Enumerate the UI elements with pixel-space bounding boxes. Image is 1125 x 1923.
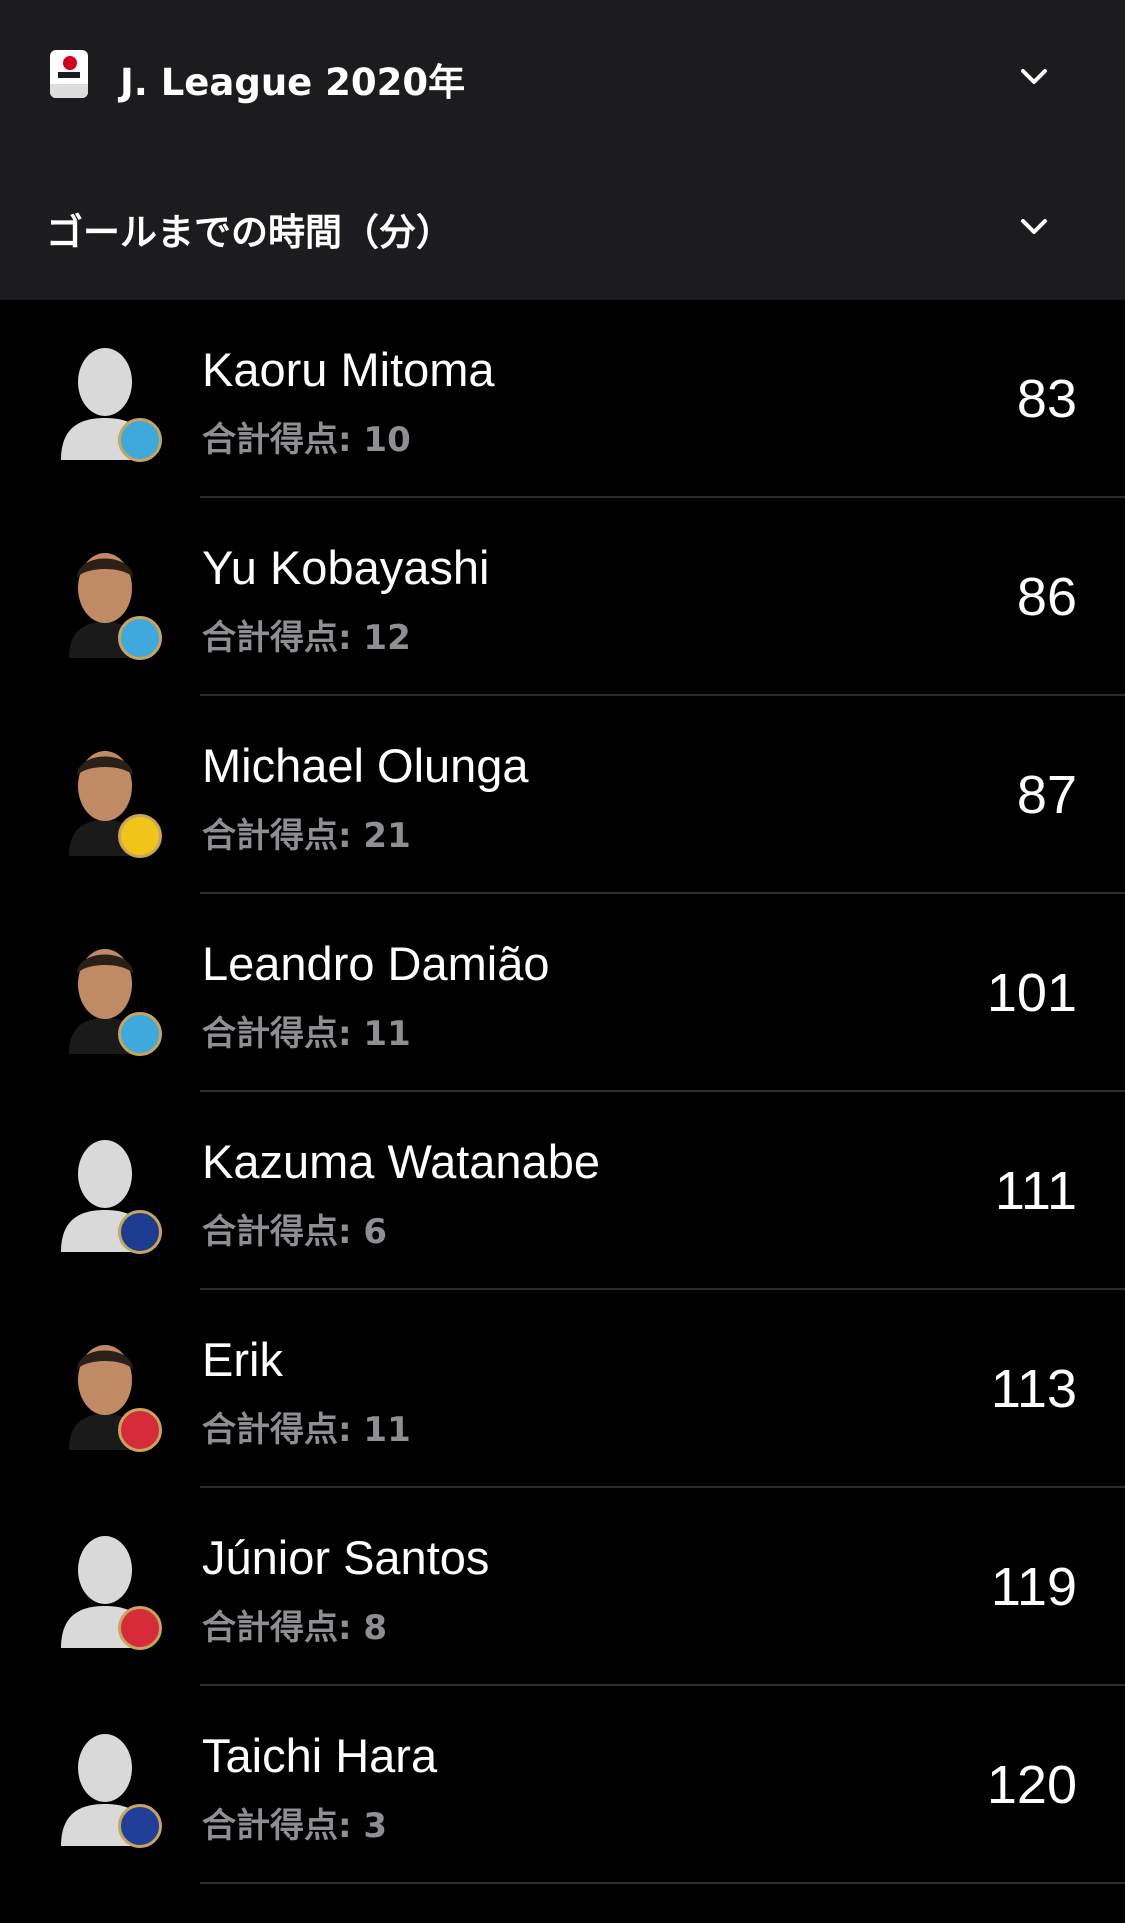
team-badge-icon [118,418,162,462]
team-badge-icon [118,814,162,858]
total-goals: 合計得点: 6 [202,1212,388,1252]
league-selector[interactable]: J. League 2020年 [0,0,1125,150]
team-badge-icon [118,616,162,660]
total-goals: 合計得点: 11 [202,1014,411,1054]
player-row[interactable]: Yu Kobayashi 合計得点: 12 86 [0,498,1125,696]
total-goals: 合計得点: 11 [202,1410,411,1450]
player-row[interactable]: Kaoru Mitoma 合計得点: 10 83 [0,300,1125,498]
minutes-per-goal: 111 [994,1161,1077,1221]
player-name: Júnior Santos [202,1531,490,1584]
total-goals: 合計得点: 10 [202,420,411,460]
player-row[interactable]: Taichi Hara 合計得点: 3 120 [0,1686,1125,1884]
minutes-per-goal: 101 [986,963,1077,1023]
player-name: Erik [202,1333,283,1386]
header: J. League 2020年 ゴールまでの時間（分） [0,0,1125,300]
player-row[interactable]: Kazuma Watanabe 合計得点: 6 111 [0,1092,1125,1290]
divider [200,1882,1125,1884]
player-row[interactable]: Leandro Damião 合計得点: 11 101 [0,894,1125,1092]
player-name: Michael Olunga [202,739,529,792]
player-row[interactable]: Erik 合計得点: 11 113 [0,1290,1125,1488]
league-label: J. League 2020年 [120,61,466,104]
player-name: Kaoru Mitoma [202,343,495,396]
minutes-per-goal: 119 [990,1557,1077,1617]
team-badge-icon [118,1408,162,1452]
team-badge-icon [118,1804,162,1848]
team-badge-icon [118,1012,162,1056]
player-name: Kazuma Watanabe [202,1135,600,1188]
minutes-per-goal: 120 [986,1755,1077,1815]
player-row[interactable]: Michael Olunga 合計得点: 21 87 [0,696,1125,894]
j-league-logo-icon [50,50,88,98]
player-name: Yu Kobayashi [202,541,490,594]
player-name: Taichi Hara [202,1729,438,1782]
team-badge-icon [118,1210,162,1254]
stat-label: ゴールまでの時間（分） [46,211,453,254]
chevron-down-icon [1019,61,1049,91]
chevron-down-icon [1019,211,1049,241]
total-goals: 合計得点: 3 [202,1806,388,1846]
total-goals: 合計得点: 21 [202,816,411,856]
stat-selector[interactable]: ゴールまでの時間（分） [0,150,1125,300]
total-goals: 合計得点: 12 [202,618,411,658]
minutes-per-goal: 113 [990,1359,1077,1419]
minutes-per-goal: 86 [1016,567,1077,627]
team-badge-icon [118,1606,162,1650]
minutes-per-goal: 87 [1016,765,1077,825]
minutes-per-goal: 83 [1016,369,1077,429]
total-goals: 合計得点: 8 [202,1608,388,1648]
player-row[interactable]: Júnior Santos 合計得点: 8 119 [0,1488,1125,1686]
player-name: Leandro Damião [202,937,550,990]
